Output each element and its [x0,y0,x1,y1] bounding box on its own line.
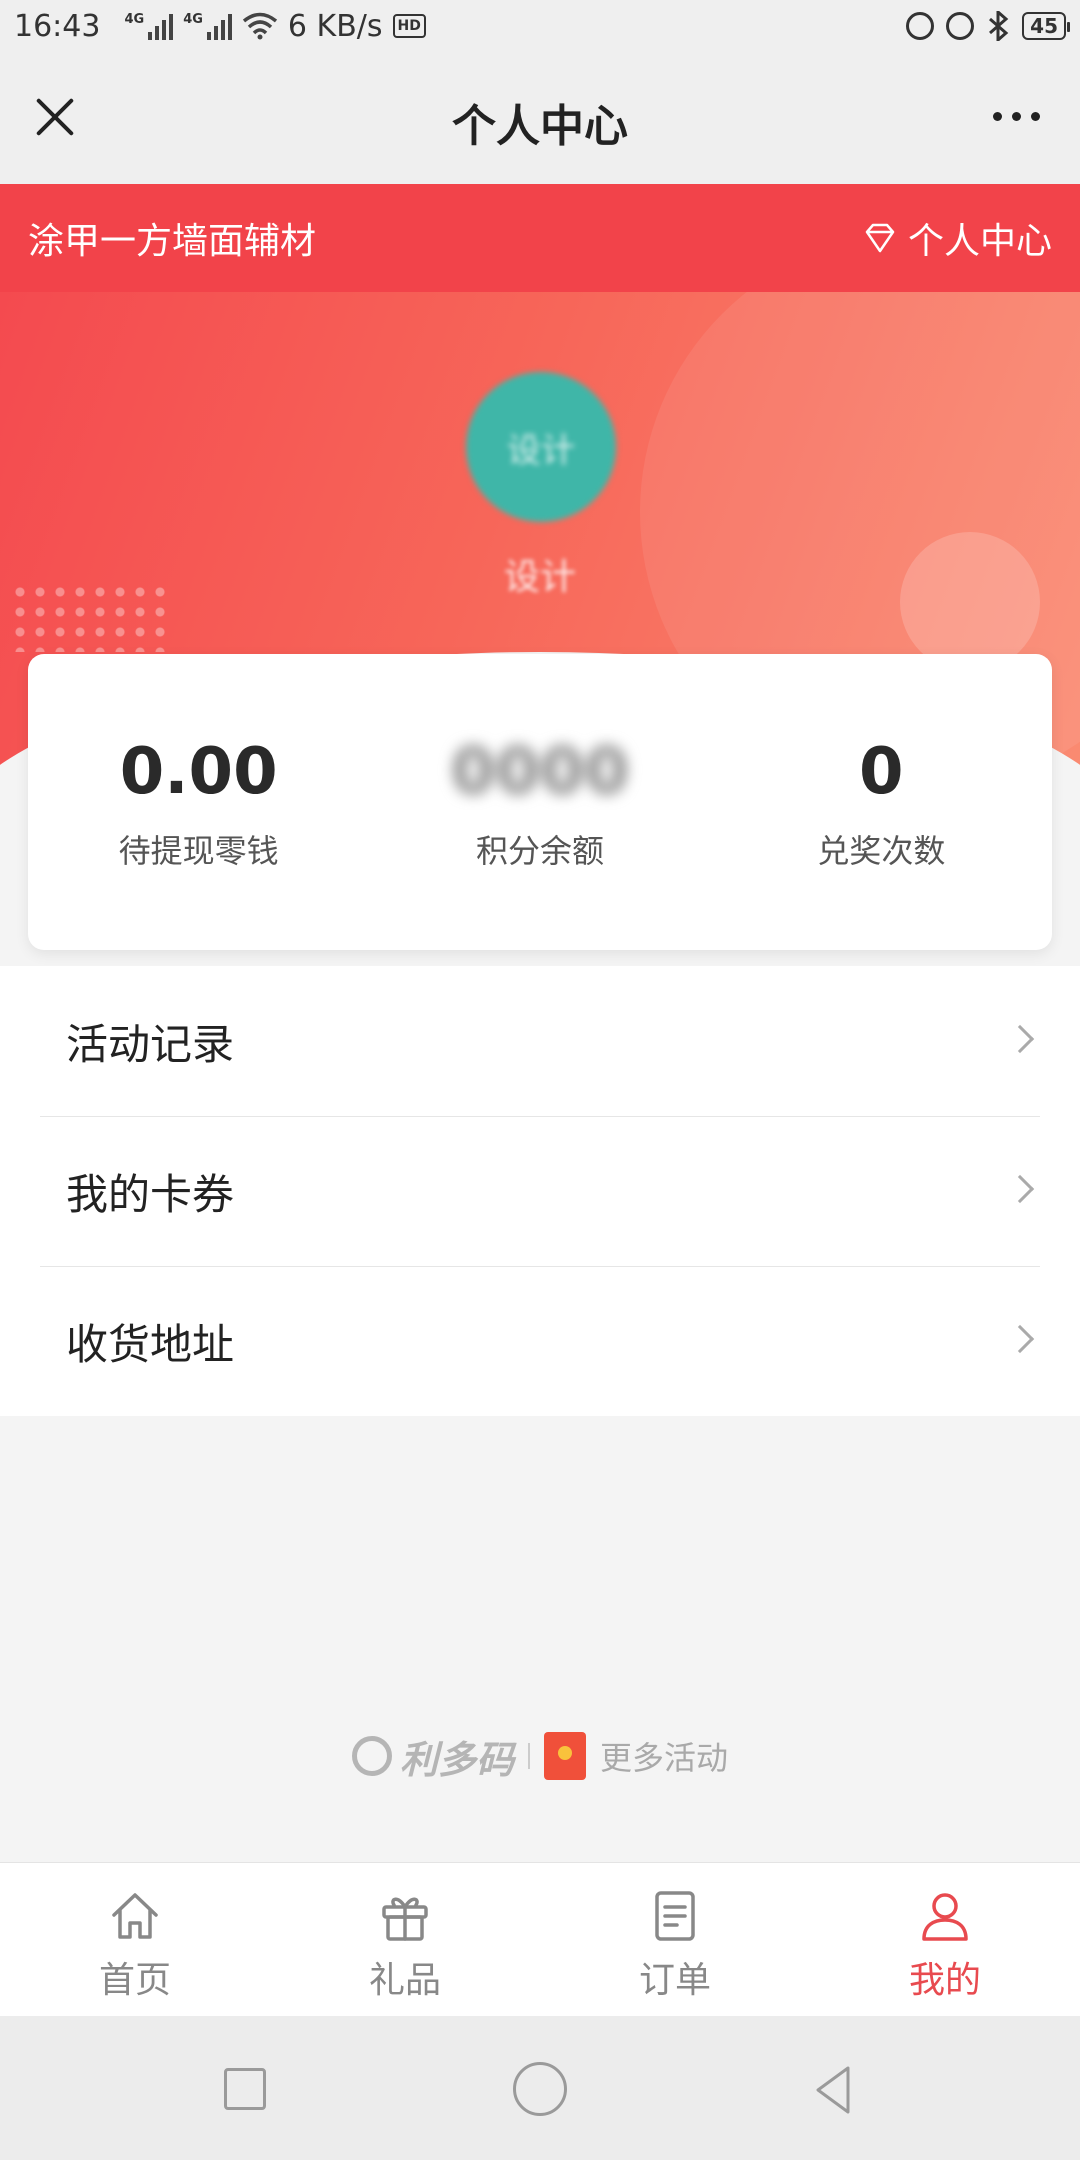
diamond-icon [865,223,895,253]
lidouma-logo[interactable]: 利多码 [351,1729,514,1784]
lock-rotation-icon [906,12,935,40]
stat-value: 0 [859,735,904,809]
chevron-right-icon [1005,1024,1035,1054]
promo-footer: 利多码 更多活动 [0,1726,1080,1786]
alarm-icon [946,12,975,40]
personal-center-label: 个人中心 [907,221,1052,262]
chevron-right-icon [1005,1324,1035,1354]
stat-redemptions[interactable]: 0 兑奖次数 [711,654,1052,950]
tab-label: 首页 [98,1960,171,2001]
nickname: 设计 [503,557,576,598]
wifi-icon [242,12,278,40]
menu-item-label: 我的卡券 [66,1169,235,1219]
tab-mine[interactable]: 我的 [810,1863,1080,2016]
title-bar: 个人中心 [0,52,1080,184]
menu-list: 活动记录 我的卡券 收货地址 [0,966,1080,1416]
cell-signal-icon-2: 4G [183,12,232,40]
cell-signal-icon: 4G [124,12,174,40]
menu-item-shipping-address[interactable]: 收货地址 [0,1266,1080,1416]
tab-gifts[interactable]: 礼品 [270,1863,540,2016]
home-icon [112,1893,158,1939]
more-icon[interactable] [993,112,1040,121]
gift-icon [382,1897,428,1941]
menu-item-label: 收货地址 [66,1319,235,1369]
page-title: 个人中心 [452,101,628,152]
personal-center-link[interactable]: 个人中心 [862,212,1052,264]
stat-points[interactable]: 0000 积分余额 [369,654,710,950]
tab-bar: 首页 礼品 订单 我的 [0,1862,1080,2016]
stat-label: 积分余额 [475,832,604,870]
tab-orders[interactable]: 订单 [540,1863,810,2016]
stat-value: 0.00 [119,735,278,809]
status-time: 16:43 [14,8,101,44]
tab-home[interactable]: 首页 [0,1863,270,2016]
divider [528,1743,530,1769]
store-name: 涂甲一方墙面辅材 [28,221,317,262]
recents-button[interactable] [224,2068,266,2110]
menu-item-activity-records[interactable]: 活动记录 [0,966,1080,1116]
menu-item-label: 活动记录 [66,1019,235,1069]
stat-value: 0000 [450,735,630,809]
user-icon [922,1893,968,1941]
chevron-right-icon [1005,1174,1035,1204]
battery-icon: 45 [1022,12,1070,40]
hd-icon: HD [392,14,426,38]
tab-label: 订单 [638,1960,711,2001]
menu-item-my-coupons[interactable]: 我的卡券 [0,1116,1080,1266]
lidouma-logo-icon [351,1736,392,1776]
brand-bar: 涂甲一方墙面辅材 个人中心 [0,184,1080,292]
back-button[interactable] [808,2062,864,2118]
stat-withdrawable[interactable]: 0.00 待提现零钱 [28,654,369,950]
home-button[interactable] [513,2062,567,2116]
bluetooth-icon [989,11,1009,41]
tab-label: 礼品 [368,1960,441,2001]
system-nav-bar [0,2016,1080,2160]
stat-label: 待提现零钱 [118,832,279,870]
order-icon [655,1891,695,1941]
lidouma-brand: 利多码 [399,1737,514,1782]
network-speed: 6 KB/s [287,8,383,44]
avatar[interactable]: 设计 [466,372,616,522]
red-packet-icon[interactable] [544,1732,586,1780]
more-activities-link[interactable]: 更多活动 [600,1733,728,1779]
stat-label: 兑奖次数 [817,832,946,870]
status-bar: 16:43 4G 4G 6 KB/s HD 45 [0,0,1080,52]
stats-card: 0.00 待提现零钱 0000 积分余额 0 兑奖次数 [28,654,1052,950]
tab-label: 我的 [908,1960,981,2001]
